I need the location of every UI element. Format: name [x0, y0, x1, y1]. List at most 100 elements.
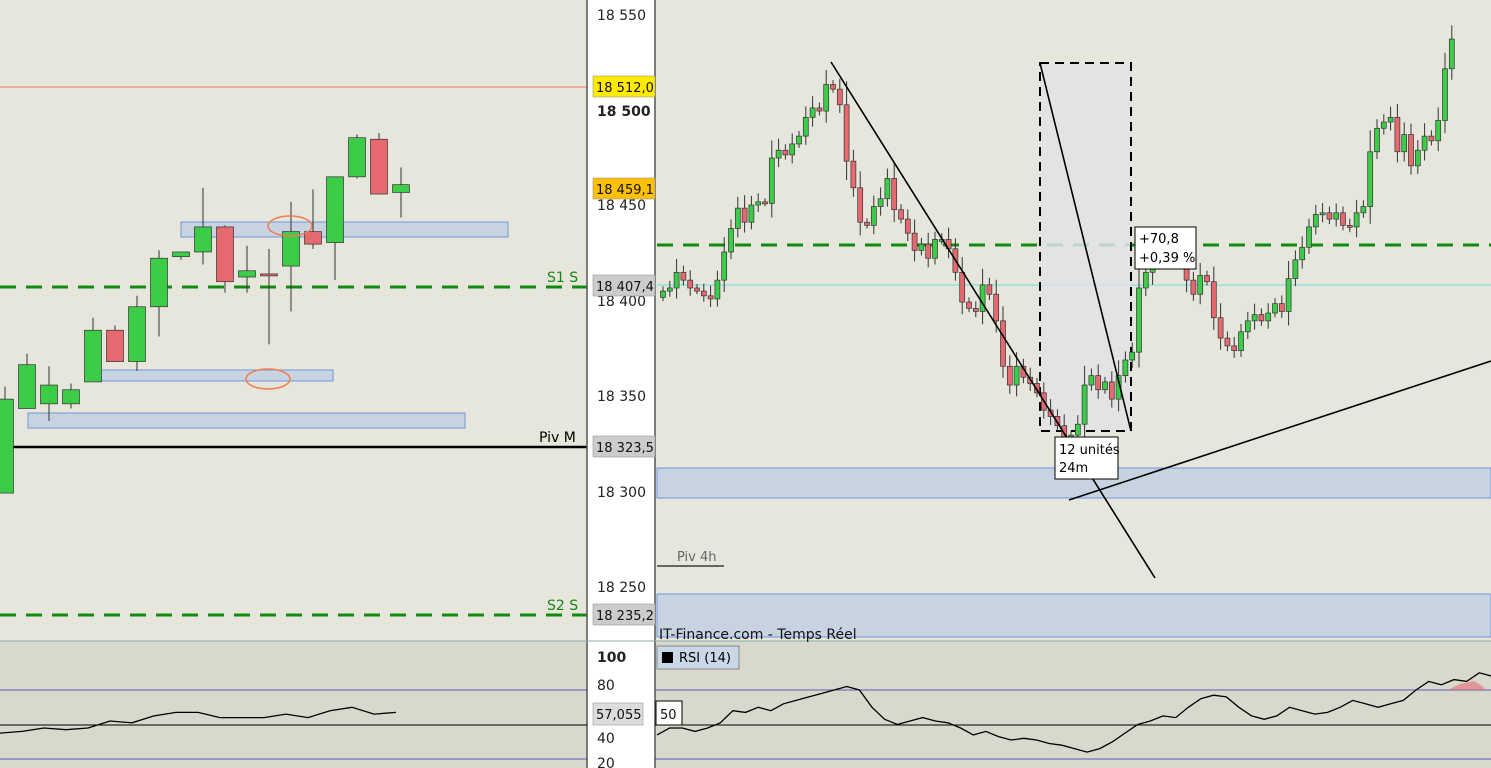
right-candle-body: [768, 157, 775, 204]
right-candle-body: [1448, 38, 1455, 70]
right-candle-body: [836, 88, 843, 106]
right-candle-body: [959, 271, 966, 303]
svg-text:50: 50: [660, 708, 677, 723]
right-candle-body: [741, 207, 748, 223]
right-candle-body: [762, 201, 768, 205]
right-candle-body: [1095, 375, 1102, 391]
right-candle-body: [1190, 279, 1197, 295]
right-candle-body: [734, 207, 741, 229]
right-candle-body: [1217, 317, 1224, 339]
right-candle-body: [1278, 303, 1285, 312]
right-candle-body: [673, 271, 680, 289]
gain-percent-label: +0,39 %: [1139, 251, 1195, 266]
right-candle-body: [1292, 259, 1299, 279]
right-candle-body: [932, 239, 938, 259]
right-candle-body: [884, 178, 891, 200]
rsi-tick-80: 80: [597, 678, 615, 694]
right-candle-body: [898, 209, 904, 220]
right-candle-body: [1122, 359, 1129, 376]
units-annotation[interactable]: 12 unités 24m: [1054, 436, 1120, 480]
right-candle-body: [1000, 320, 1006, 367]
right-candle-body: [1251, 314, 1258, 322]
left-candle-body: [238, 270, 256, 278]
price-tag-18512: 18 512,0: [592, 75, 656, 98]
right-candle-body: [986, 284, 993, 295]
duration-label: 24m: [1059, 461, 1088, 476]
rsi-panel-bg: [0, 641, 587, 768]
right-candle-body: [1244, 320, 1251, 333]
left-candle-body: [348, 137, 366, 178]
right-candle-body: [728, 228, 734, 253]
right-candle-body: [1394, 116, 1401, 153]
left-candle[interactable]: [128, 295, 146, 371]
left-candle-body: [304, 231, 322, 245]
left-candle-body: [370, 138, 388, 195]
left-candle[interactable]: [0, 386, 14, 494]
right-candle-body: [864, 221, 870, 226]
right-candle-body: [1312, 214, 1319, 228]
right-candle-body: [721, 251, 728, 281]
gain-annotation[interactable]: +70,8 +0,39 %: [1134, 226, 1197, 270]
right-candle-body: [1272, 303, 1278, 314]
left-candle-body: [62, 389, 80, 405]
svg-text:18 459,1: 18 459,1: [596, 183, 654, 198]
right-candle-body: [1265, 312, 1272, 322]
right-candle-body: [1258, 314, 1265, 322]
left-candle[interactable]: [370, 132, 388, 195]
right-candle-body: [1108, 381, 1115, 400]
left-candle-body: [260, 273, 278, 277]
right-candle-body: [796, 135, 802, 145]
right-candle-body: [843, 104, 850, 162]
right-candle-body: [714, 279, 721, 300]
left-candle[interactable]: [348, 134, 366, 179]
rsi-legend[interactable]: RSI (14): [656, 645, 740, 670]
rsi-50-tag: 50: [655, 700, 683, 726]
right-candle-body: [1224, 337, 1231, 347]
right-candle-body: [1401, 134, 1408, 153]
y-tick-18450: 18 450: [597, 198, 646, 214]
right-candle-body: [1142, 271, 1149, 289]
left-candle-body: [18, 364, 36, 409]
rsi-value-tag: 57,055: [592, 702, 644, 726]
right-candle-body: [1367, 151, 1374, 207]
source-label: IT-Finance.com - Temps Réel: [659, 627, 857, 643]
right-candle-body: [1333, 212, 1340, 220]
right-candle-body: [891, 178, 898, 211]
left-candle-body: [194, 226, 212, 253]
right-candle-body: [700, 290, 707, 297]
demand-zone-2[interactable]: [91, 369, 334, 382]
right-candle-body: [1013, 365, 1020, 386]
right-candle-body: [680, 271, 687, 281]
rsi-tick-40: 40: [597, 731, 615, 747]
s1-label: S1 S: [547, 270, 578, 286]
right-candle-body: [993, 293, 1000, 322]
left-candle-body: [150, 257, 168, 308]
price-tag-18407: 18 407,4: [592, 274, 656, 297]
piv-4h-label: Piv 4h: [677, 550, 717, 565]
left-panel-bg: [0, 0, 587, 641]
right-candle-body: [775, 149, 782, 159]
right-candle-body: [1428, 135, 1435, 142]
y-tick-18300: 18 300: [597, 485, 646, 501]
right-candle-body: [694, 287, 700, 292]
price-tag-18323: 18 323,5: [592, 435, 656, 458]
trading-chart[interactable]: 12 unités 24m +70,8 +0,39 % S1 S Piv M S…: [0, 0, 1491, 768]
right-candle-body: [1081, 384, 1088, 425]
right-candle-body: [911, 232, 918, 251]
right-candle-body: [1074, 423, 1081, 436]
right-candle-body: [1319, 212, 1326, 216]
right-candle-body: [1380, 121, 1387, 129]
demand-zone-3[interactable]: [27, 412, 466, 429]
right-candle-body: [1374, 127, 1380, 153]
right-candle-body: [972, 307, 979, 312]
right-candle-body: [1210, 281, 1217, 319]
right-candle-body: [1387, 116, 1394, 123]
y-tick-18350: 18 350: [597, 389, 646, 405]
right-candle-body: [925, 243, 932, 259]
left-candle-body: [84, 329, 102, 383]
left-candle[interactable]: [106, 325, 124, 362]
svg-text:57,055: 57,055: [596, 708, 642, 723]
gain-points-label: +70,8: [1139, 232, 1179, 247]
right-candle-body: [904, 218, 911, 234]
right-candle-body: [1197, 275, 1204, 295]
